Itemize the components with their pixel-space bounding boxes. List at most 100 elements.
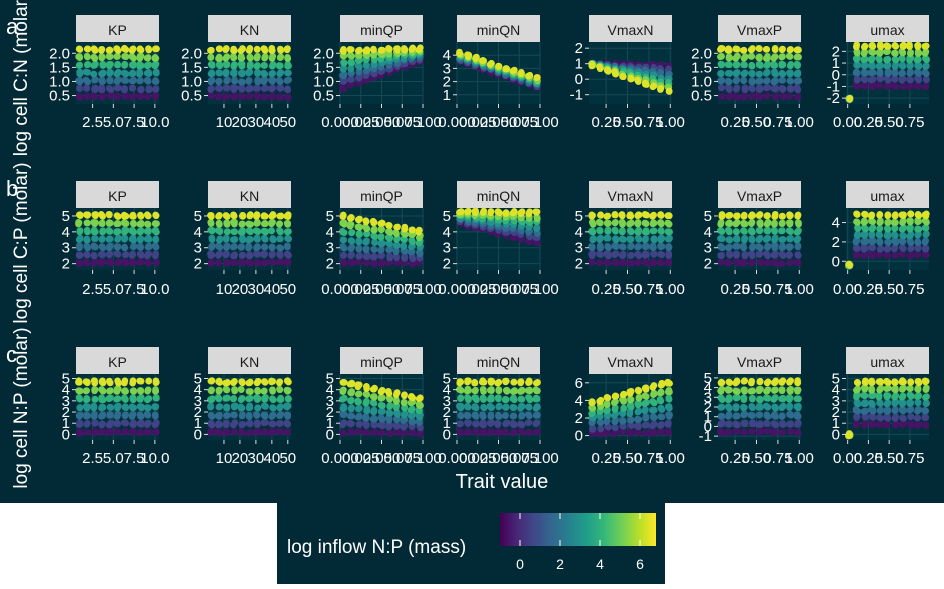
data-point: [76, 54, 83, 61]
data-point: [115, 76, 122, 83]
data-point: [626, 213, 633, 220]
data-point: [239, 221, 246, 228]
data-point: [748, 228, 755, 235]
data-point: [207, 212, 214, 219]
data-point: [363, 253, 370, 260]
data-point: [91, 411, 98, 418]
data-point: [604, 430, 611, 437]
data-point: [868, 63, 875, 70]
data-point: [262, 419, 269, 426]
data-point: [152, 236, 159, 243]
data-point: [223, 244, 230, 251]
data-point: [386, 255, 393, 262]
x-tick-label: 1.00: [785, 281, 814, 298]
data-point: [496, 63, 503, 70]
data-point: [115, 213, 122, 220]
data-point: [596, 236, 603, 243]
data-point: [340, 259, 347, 266]
data-point: [795, 69, 802, 76]
data-point: [130, 62, 137, 69]
data-point: [658, 85, 665, 92]
data-point: [526, 208, 533, 215]
data-point: [464, 394, 471, 401]
data-point: [868, 213, 875, 220]
data-point: [869, 253, 876, 260]
x-tick-label: 10.0: [140, 450, 169, 467]
data-point: [588, 228, 595, 235]
data-point: [379, 429, 386, 436]
data-point: [665, 252, 672, 259]
data-point: [348, 404, 355, 411]
facet-strip-label: VmaxP: [737, 188, 782, 204]
data-point: [620, 429, 627, 436]
data-point: [270, 421, 277, 428]
data-point: [481, 379, 488, 386]
data-point: [283, 429, 290, 436]
data-point: [534, 209, 541, 216]
data-point: [261, 212, 268, 219]
data-point: [152, 92, 159, 99]
data-point: [269, 70, 276, 77]
data-point: [409, 46, 416, 53]
data-point: [534, 216, 541, 223]
data-point: [76, 394, 83, 401]
data-point: [749, 237, 756, 244]
data-point: [862, 245, 869, 252]
data-point: [786, 243, 793, 250]
data-point: [362, 415, 369, 422]
data-point: [253, 54, 260, 61]
data-point: [262, 94, 269, 101]
data-point: [144, 258, 151, 265]
data-point: [870, 76, 877, 83]
data-point: [107, 92, 114, 99]
data-point: [511, 208, 518, 215]
data-point: [209, 61, 216, 68]
data-point: [725, 70, 732, 77]
data-point: [239, 229, 246, 236]
data-point: [590, 235, 597, 242]
facet-strip-label: VmaxN: [608, 354, 654, 370]
data-point: [261, 62, 268, 69]
data-point: [215, 213, 222, 220]
data-point: [114, 94, 121, 101]
data-point: [106, 77, 113, 84]
data-point: [456, 50, 463, 57]
data-point: [732, 46, 739, 53]
data-point: [526, 403, 533, 410]
data-point: [340, 379, 347, 386]
data-point: [718, 45, 725, 52]
data-point: [270, 396, 277, 403]
data-point: [733, 86, 740, 93]
data-point: [130, 220, 137, 227]
data-point: [787, 53, 794, 60]
data-point: [597, 251, 604, 258]
data-point: [472, 388, 479, 395]
data-point: [276, 379, 283, 386]
data-point: [795, 221, 802, 228]
data-point: [465, 419, 472, 426]
data-point: [98, 220, 105, 227]
data-point: [114, 428, 121, 435]
data-point: [906, 217, 913, 224]
data-point: [502, 379, 509, 386]
data-point: [276, 386, 283, 393]
data-point: [217, 55, 224, 62]
data-point: [533, 429, 540, 436]
data-point: [635, 407, 642, 414]
data-point: [717, 77, 724, 84]
data-point: [877, 70, 884, 77]
data-point: [269, 388, 276, 395]
data-point: [347, 252, 354, 259]
data-point: [100, 227, 107, 234]
data-point: [870, 244, 877, 251]
data-point: [246, 93, 253, 100]
data-point: [786, 251, 793, 258]
data-point: [92, 420, 99, 427]
data-point: [238, 79, 245, 86]
data-point: [605, 227, 612, 234]
data-point: [464, 377, 471, 384]
data-point: [456, 403, 463, 410]
data-point: [216, 403, 223, 410]
data-point: [364, 226, 371, 233]
data-point: [771, 68, 778, 75]
